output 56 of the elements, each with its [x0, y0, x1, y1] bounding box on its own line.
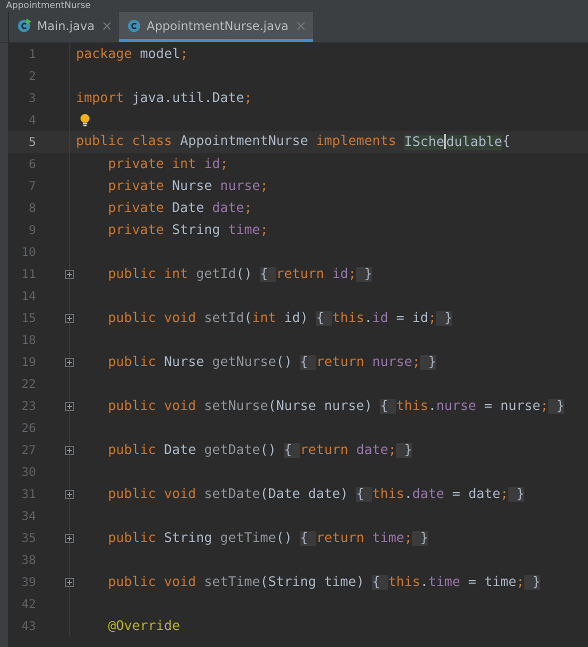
line-number: 11 — [20, 267, 36, 281]
line-number: 5 — [28, 135, 36, 149]
line-number: 2 — [28, 69, 36, 83]
line-number: 22 — [20, 377, 36, 391]
line-number: 35 — [20, 531, 36, 545]
expand-icon[interactable] — [65, 446, 74, 454]
line-number: 7 — [28, 179, 36, 193]
expand-icon[interactable] — [65, 490, 74, 498]
line-number: 27 — [20, 443, 36, 457]
code-line: public int getId() { return id; } — [108, 266, 372, 282]
expand-icon[interactable] — [65, 314, 74, 322]
code-line: @Override — [108, 618, 180, 634]
line-number: 30 — [20, 465, 36, 479]
line-number: 6 — [28, 157, 36, 171]
file-tab[interactable]: AppointmentNurse.java — [118, 12, 313, 42]
line-number: 38 — [20, 553, 36, 567]
close-icon[interactable] — [102, 22, 111, 30]
line-number: 43 — [20, 619, 36, 633]
line-number: 15 — [20, 311, 36, 325]
code-line: public void setNurse(Nurse nurse) { this.nurse = nurse; } — [108, 398, 564, 414]
code-line: public void setId(int id) { this.id = id; } — [108, 310, 452, 326]
line-number: 39 — [20, 575, 36, 589]
code-line: public class AppointmentNurse implements ISche dulable{ — [76, 134, 510, 150]
lightbulb-icon[interactable] — [79, 113, 91, 127]
code-line: public Nurse getNurse() { return nurse; } — [108, 354, 436, 370]
line-number: 23 — [20, 399, 36, 413]
line-number: 14 — [20, 289, 36, 303]
code-line: public void setTime(String time) { this.time = time; } — [108, 574, 540, 590]
line-number: 26 — [20, 421, 36, 435]
line-number: 10 — [20, 245, 36, 259]
line-number: 1 — [28, 47, 36, 61]
line-number: 18 — [20, 333, 36, 347]
line-number: 34 — [20, 509, 36, 523]
code-line: package model; — [76, 46, 188, 62]
code-line: import java.util.Date; — [76, 90, 252, 106]
code-line: private int id; — [108, 156, 228, 172]
window-title: AppointmentNurse — [6, 0, 91, 12]
code-line: public void setDate(Date date) { this.date = date; } — [108, 486, 524, 502]
code-line: public String getTime() { return time; } — [108, 530, 428, 546]
code-line: public Date getDate() { return date; } — [108, 442, 412, 458]
expand-icon[interactable] — [65, 534, 74, 542]
line-number: 42 — [20, 597, 36, 611]
code-line: private String time; — [108, 222, 268, 238]
line-number: 9 — [28, 223, 36, 237]
line-number: 19 — [20, 355, 36, 369]
expand-icon[interactable] — [65, 270, 74, 278]
line-number: 31 — [20, 487, 36, 501]
expand-icon[interactable] — [65, 402, 74, 410]
line-number: 8 — [28, 201, 36, 215]
expand-icon[interactable] — [65, 358, 74, 366]
code-line: private Nurse nurse; — [108, 178, 268, 194]
code-line: private Date date; — [108, 200, 252, 216]
file-tab[interactable]: Main.java — [9, 12, 119, 42]
expand-icon[interactable] — [65, 578, 74, 586]
line-number: 3 — [28, 91, 36, 105]
line-number: 4 — [28, 113, 36, 127]
